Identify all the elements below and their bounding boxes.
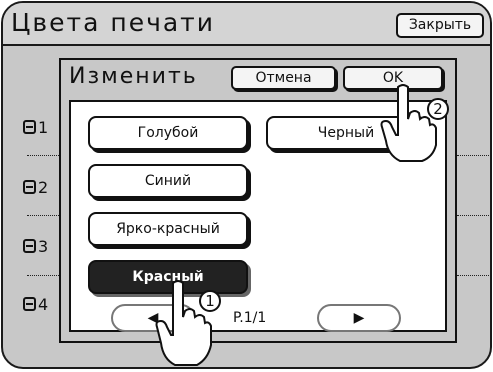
next-page-button[interactable]: ▶ bbox=[317, 304, 401, 332]
drum-icon bbox=[23, 180, 36, 194]
callout-badge-1: 1 bbox=[199, 290, 221, 312]
cancel-button[interactable]: Отмена bbox=[231, 66, 336, 90]
dialog-title: Изменить bbox=[69, 64, 198, 89]
drum-number: 1 bbox=[38, 118, 49, 137]
row-divider bbox=[457, 155, 490, 156]
row-divider bbox=[457, 275, 490, 276]
drum-row-1: 1 bbox=[23, 118, 48, 137]
drum-number: 4 bbox=[38, 295, 49, 314]
row-divider bbox=[27, 215, 59, 216]
row-divider bbox=[27, 275, 59, 276]
callout-badge-2: 2 bbox=[427, 98, 449, 120]
drum-row-4: 4 bbox=[23, 295, 48, 314]
color-option-blue[interactable]: Синий bbox=[88, 164, 248, 198]
pointing-hand-icon bbox=[380, 84, 437, 162]
drum-icon bbox=[23, 297, 36, 311]
title-bar: Цвета печати Закрыть bbox=[3, 3, 490, 46]
row-divider bbox=[457, 215, 490, 216]
row-divider bbox=[27, 155, 59, 156]
drum-row-3: 3 bbox=[23, 237, 48, 256]
drum-number: 2 bbox=[38, 178, 49, 197]
drum-row-2: 2 bbox=[23, 178, 48, 197]
page-indicator: P.1/1 bbox=[233, 310, 267, 326]
print-colors-panel: Цвета печати Закрыть 1 2 3 4 Изменить От… bbox=[1, 1, 492, 369]
drum-icon bbox=[23, 120, 36, 134]
drum-number: 3 bbox=[38, 237, 49, 256]
color-option-cyan[interactable]: Голубой bbox=[88, 116, 248, 150]
screen: Цвета печати Закрыть 1 2 3 4 Изменить От… bbox=[0, 0, 493, 372]
color-option-bright-red[interactable]: Ярко-красный bbox=[88, 212, 248, 246]
close-button[interactable]: Закрыть bbox=[396, 13, 484, 38]
window-title: Цвета печати bbox=[11, 8, 215, 37]
drum-icon bbox=[23, 239, 36, 253]
